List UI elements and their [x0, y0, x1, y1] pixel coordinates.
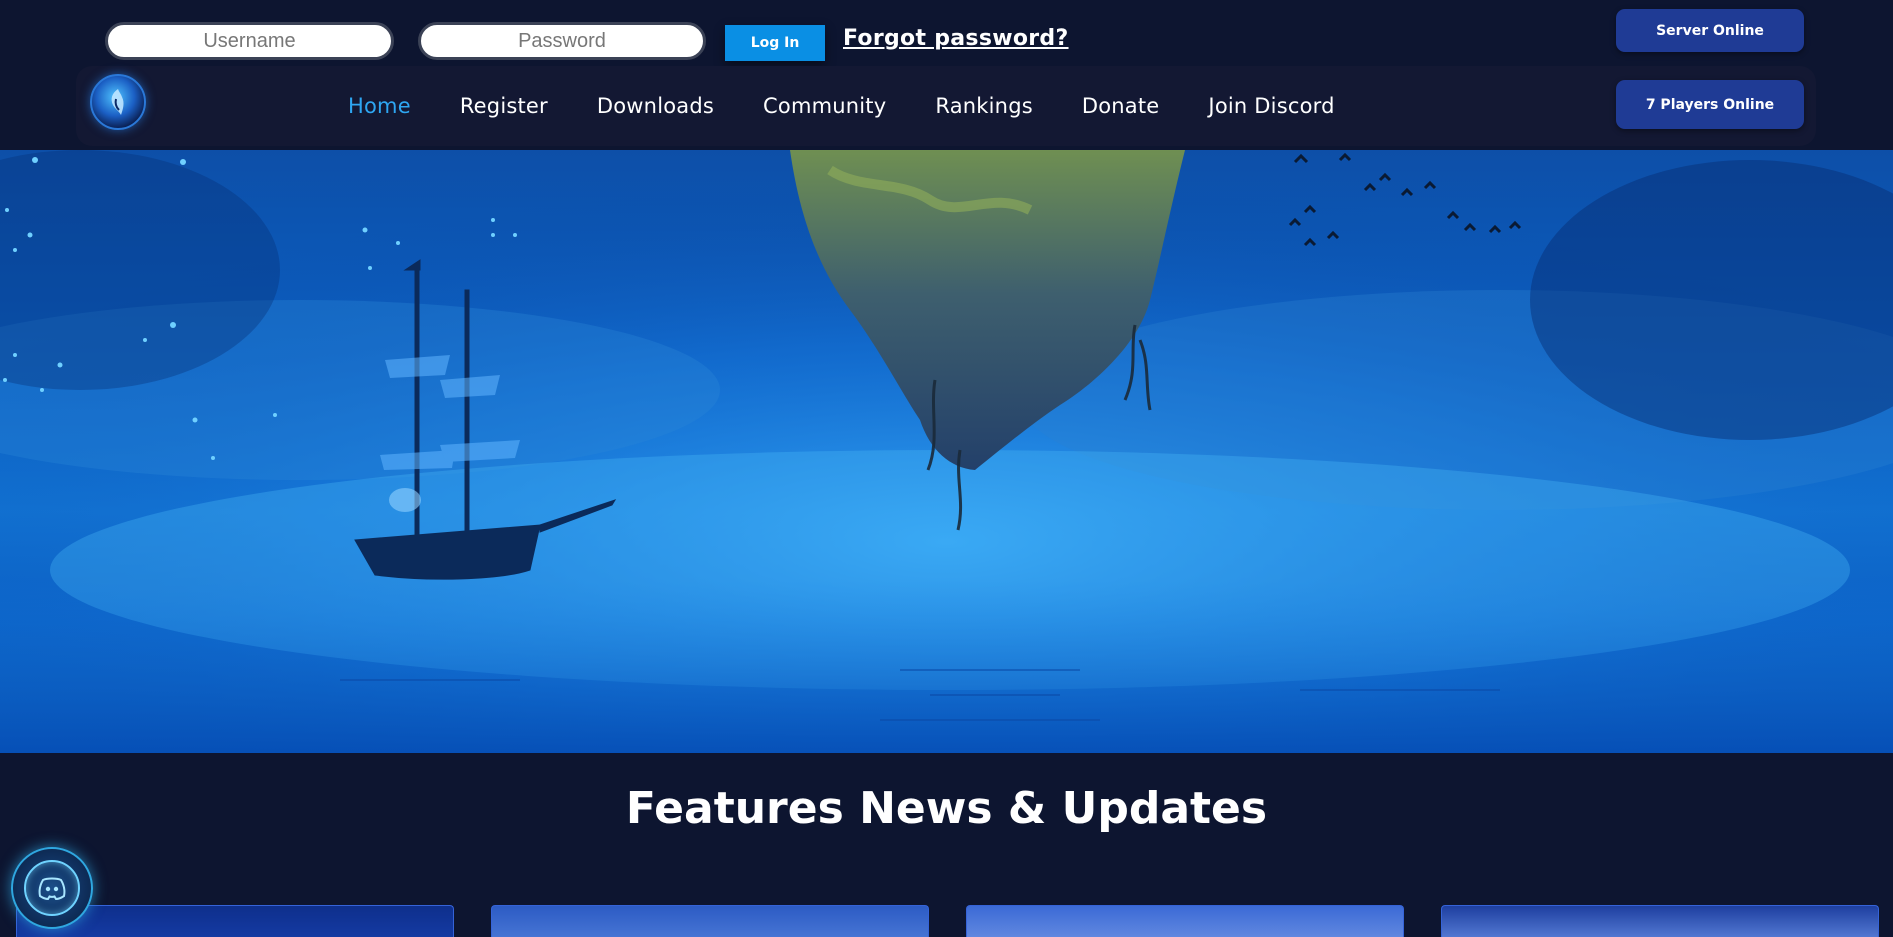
nav-rankings[interactable]: Rankings — [935, 94, 1032, 118]
news-card[interactable] — [966, 905, 1404, 937]
nav-join-discord[interactable]: Join Discord — [1208, 94, 1334, 118]
hero-illustration — [0, 150, 1893, 753]
password-input[interactable] — [418, 22, 706, 60]
nav-donate[interactable]: Donate — [1082, 94, 1160, 118]
nav-register[interactable]: Register — [460, 94, 548, 118]
game-logo-icon[interactable] — [90, 74, 146, 130]
username-input[interactable] — [105, 22, 394, 60]
news-card[interactable] — [491, 905, 929, 937]
login-button[interactable]: Log In — [725, 25, 825, 61]
forgot-password-link[interactable]: Forgot password? — [843, 26, 1069, 51]
features-title: Features News & Updates — [625, 783, 1268, 834]
nav-home[interactable]: Home — [348, 94, 411, 118]
nav-community[interactable]: Community — [763, 94, 886, 118]
nav-menu: Home Register Downloads Community Rankin… — [348, 88, 1384, 124]
server-status-badge: Server Online — [1616, 9, 1804, 52]
hero-banner — [0, 150, 1893, 753]
players-online-badge: 7 Players Online — [1616, 80, 1804, 129]
discord-floating-button[interactable] — [11, 847, 93, 929]
news-card[interactable] — [1441, 905, 1879, 937]
discord-icon — [24, 860, 80, 916]
nav-downloads[interactable]: Downloads — [597, 94, 714, 118]
